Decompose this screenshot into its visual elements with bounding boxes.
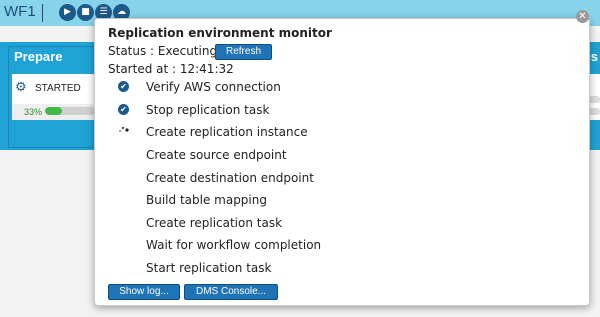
show-log-button[interactable]: Show log... — [108, 284, 180, 300]
stage-status: STARTED — [35, 83, 81, 94]
started-at-label: Started at : 12:41:32 — [108, 62, 234, 76]
status-label: Status : Executing — [108, 44, 218, 58]
step-item: Start replication task — [146, 261, 272, 275]
workflow-title: WF1 — [4, 3, 36, 20]
step-item: Stop replication task — [146, 103, 270, 117]
check-icon: ✔ — [118, 81, 129, 92]
progress-bar — [45, 107, 95, 115]
refresh-button[interactable]: Refresh — [215, 44, 272, 60]
step-item: Wait for workflow completion — [146, 238, 322, 252]
popup-title: Replication environment monitor — [108, 26, 332, 40]
dms-console-button[interactable]: DMS Console... — [184, 284, 278, 300]
step-item: Build table mapping — [146, 193, 267, 207]
progress-percent: 33% — [24, 107, 43, 117]
stage-title: Prepare — [14, 49, 63, 64]
check-icon: ✔ — [118, 104, 129, 115]
spinner-icon — [119, 126, 129, 132]
progress-fill — [45, 107, 62, 115]
step-item: Create source endpoint — [146, 148, 287, 162]
step-item: Create replication task — [146, 216, 283, 230]
step-item: Create replication instance — [146, 125, 308, 139]
step-item: Create destination endpoint — [146, 171, 314, 185]
close-icon[interactable]: ✕ — [576, 10, 589, 23]
stop-icon[interactable]: ■ — [77, 4, 94, 21]
gear-icon: ⚙ — [15, 80, 27, 95]
toolbar-divider — [42, 4, 43, 22]
step-item: Verify AWS connection — [146, 80, 281, 94]
play-icon[interactable]: ▶ — [59, 4, 76, 21]
